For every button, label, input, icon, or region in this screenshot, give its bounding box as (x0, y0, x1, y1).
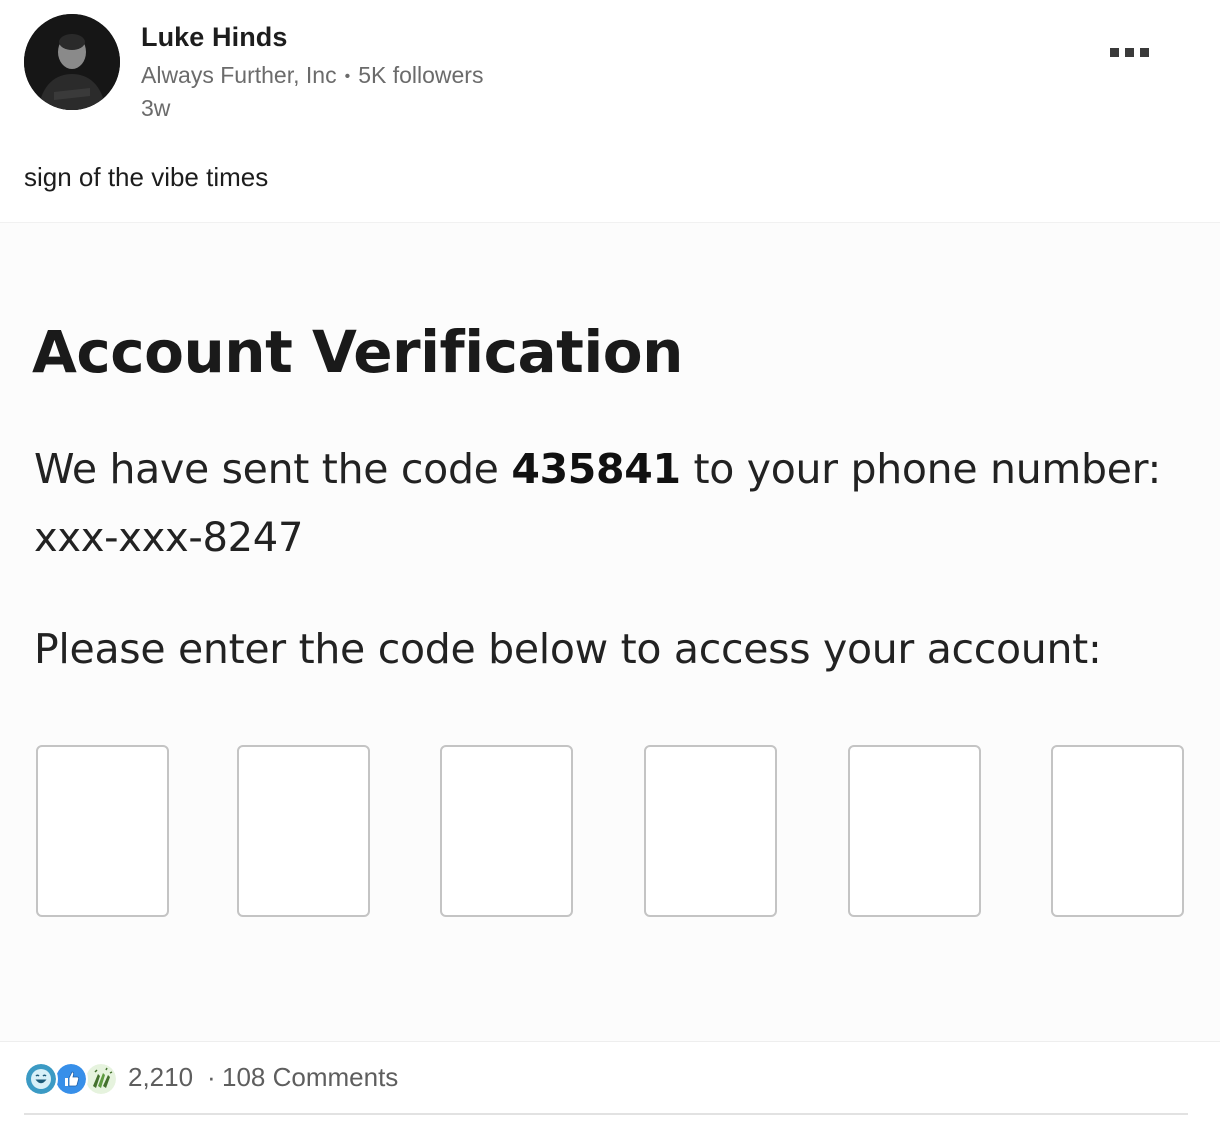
message-prefix: We have sent the code (34, 445, 512, 493)
code-digit-box-5 (848, 745, 981, 917)
more-options-button[interactable] (1100, 34, 1160, 70)
reaction-icons[interactable] (24, 1062, 122, 1096)
post-text: sign of the vibe times (24, 162, 269, 192)
author-meta: Always Further, Inc • 5K followers (141, 62, 483, 89)
reactions-count[interactable]: 2,210 (128, 1062, 193, 1093)
like-icon (54, 1062, 88, 1096)
code-digit-box-3 (440, 745, 573, 917)
counts-separator: · (207, 1062, 216, 1092)
post-header: Luke Hinds Always Further, Inc • 5K follow… (0, 0, 1220, 140)
code-digit-box-1 (36, 745, 169, 917)
verification-title: Account Verification (32, 318, 683, 386)
post-image[interactable]: Account Verification We have sent the co… (0, 222, 1220, 1042)
celebrate-icon (84, 1062, 118, 1096)
author-company[interactable]: Always Further, Inc (141, 62, 337, 88)
code-digit-box-2 (237, 745, 370, 917)
post-timestamp: 3w (141, 95, 171, 121)
comments-count[interactable]: 108 Comments (222, 1062, 398, 1093)
divider (24, 1113, 1188, 1115)
message-suffix: to your phone number: (680, 445, 1162, 493)
more-dot-icon (1125, 48, 1134, 57)
meta-separator-dot: • (344, 68, 351, 85)
author-name[interactable]: Luke Hinds (141, 22, 288, 53)
code-digit-box-4 (644, 745, 777, 917)
funny-icon (24, 1062, 58, 1096)
enter-code-instruction: Please enter the code below to access yo… (34, 625, 1102, 673)
more-dot-icon (1140, 48, 1149, 57)
social-counts-bar: 2,210 · 108 Comments (24, 1056, 1188, 1098)
author-followers: 5K followers (358, 62, 484, 88)
author-avatar[interactable] (24, 14, 120, 110)
verification-message: We have sent the code 435841 to your pho… (34, 445, 1161, 493)
verification-code: 435841 (511, 445, 681, 493)
code-digit-box-6 (1051, 745, 1184, 917)
more-dot-icon (1110, 48, 1119, 57)
masked-phone-number: xxx-xxx-8247 (34, 515, 304, 561)
